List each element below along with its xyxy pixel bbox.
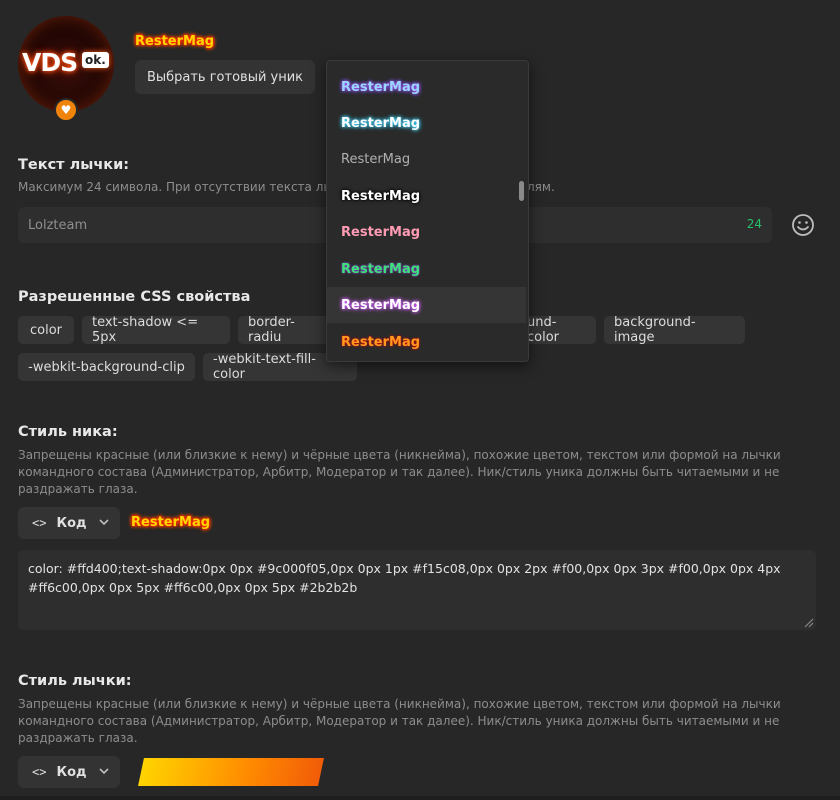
nick-code-label: Код xyxy=(56,515,87,531)
unique-presets-dropdown[interactable]: ResterMag ResterMag ResterMag ResterMag … xyxy=(326,60,529,362)
nick-css-textarea[interactable]: color: #ffd400;text-shadow:0px 0px #9c00… xyxy=(18,550,816,630)
tag-style-hint: Запрещены красные (или близкие к нему) и… xyxy=(18,697,781,745)
nick-code-button[interactable]: <> Код xyxy=(18,507,120,539)
preset-item[interactable]: ResterMag xyxy=(327,69,515,105)
tag-style-title: Стиль лычки: xyxy=(18,673,132,689)
preset-item[interactable]: ResterMag xyxy=(327,178,515,214)
css-props-title: Разрешенные CSS свойства xyxy=(18,289,251,305)
nick-style-title: Стиль ника: xyxy=(18,424,118,440)
char-counter: 24 xyxy=(746,217,762,231)
nick-css-line-1: color: #ffd400;text-shadow:0px 0px #9c00… xyxy=(28,561,781,576)
code-icon: <> xyxy=(32,765,47,779)
nick-css-line-2: #ff6c00,0px 0px 5px #ff6c00,0px 0px 5px … xyxy=(28,580,358,595)
nick-style-preview: ResterMag xyxy=(131,515,211,530)
tag-text-hint-left: Максимум 24 символа. При отсутствии текс… xyxy=(18,180,333,194)
preset-item[interactable]: ResterMag xyxy=(327,251,515,287)
preset-item[interactable]: ResterMag xyxy=(327,141,515,177)
dropdown-scrollbar[interactable] xyxy=(519,181,524,201)
nick-style-hint: Запрещены красные (или близкие к нему) и… xyxy=(18,448,781,496)
css-chip-text-shadow: text-shadow <= 5px xyxy=(82,315,230,345)
bottom-divider xyxy=(0,796,840,800)
preset-item[interactable]: ResterMag xyxy=(327,105,515,141)
tag-code-label: Код xyxy=(56,764,87,780)
avatar-logo-badge: ok. xyxy=(82,52,109,68)
chevron-down-icon xyxy=(99,519,109,526)
avatar-logo-text: VDS xyxy=(22,48,78,77)
preset-item[interactable]: ResterMag xyxy=(327,214,515,250)
code-icon: <> xyxy=(32,516,47,530)
css-chip-background-image: background-image xyxy=(604,315,745,345)
chevron-down-icon xyxy=(99,768,109,775)
css-chip-border-radius: border-radiu xyxy=(238,315,338,345)
resize-handle-icon[interactable] xyxy=(802,616,814,628)
preset-item[interactable]: ResterMag xyxy=(327,324,515,360)
tag-style-preview xyxy=(138,758,324,786)
tag-code-button[interactable]: <> Код xyxy=(18,756,120,788)
css-chip-color: color xyxy=(18,316,74,344)
tag-text-hint-right: лям. xyxy=(527,180,555,194)
css-chip-webkit-background-clip: -webkit-background-clip xyxy=(18,353,195,381)
tag-text-value: Lolzteam xyxy=(28,217,88,233)
preset-item-highlighted[interactable]: ResterMag xyxy=(327,287,526,323)
tag-text-title: Текст лычки: xyxy=(18,157,130,173)
choose-unique-button[interactable]: Выбрать готовый уник xyxy=(135,60,315,94)
nickname-preview: ResterMag xyxy=(135,34,215,49)
heart-icon: ♥ xyxy=(54,98,78,122)
emoji-icon[interactable] xyxy=(791,213,815,237)
